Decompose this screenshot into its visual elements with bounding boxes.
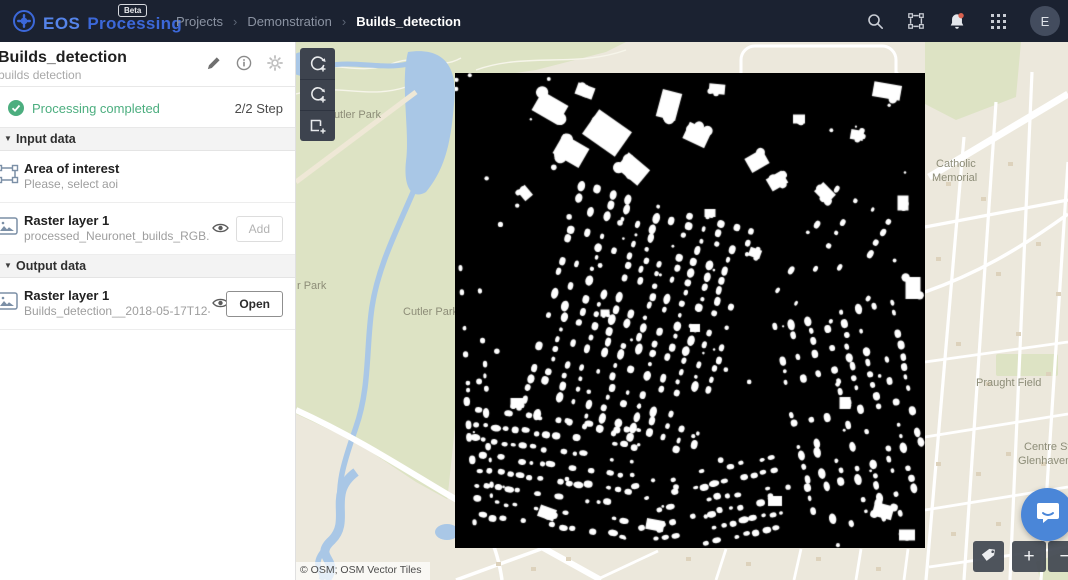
aoi-icon [0,164,19,189]
collapse-triangle-icon: ▼ [4,134,12,143]
workflow-title: Builds_detection [0,49,127,67]
breadcrumb-demonstration[interactable]: Demonstration [247,14,332,29]
input-data-section-header[interactable]: ▼ Input data [0,128,295,151]
map-label-centre-st: Centre St & [1024,441,1068,453]
workflow-subtitle: builds detection [0,68,81,82]
aoi-row[interactable]: Area of interest Please, select aoi [0,151,295,203]
add-button[interactable]: Add [236,216,283,242]
workflow-sidebar: Builds_detection builds detection [0,42,296,580]
input-raster-row[interactable]: Raster layer 1 processed_Neuronet_builds… [0,203,295,255]
aoi-title: Area of interest [24,160,287,177]
info-icon[interactable] [236,55,252,71]
settings-gear-icon[interactable] [267,55,283,71]
output-raster-row[interactable]: Raster layer 1 Builds_detection__2018-05… [0,278,295,330]
map-label-praught-field: Praught Field [976,377,1041,389]
input-raster-filename: processed_Neuronet_builds_RGB.tiff [24,229,210,244]
detection-overlay-canvas [455,73,925,548]
output-raster-filename: Builds_detection__2018-05-17T12-14_... [24,304,210,319]
area-select-icon[interactable] [907,12,925,30]
top-navbar: EOS Processing Beta Projects › Demonstra… [0,0,1068,42]
beta-badge: Beta [118,4,147,17]
breadcrumb-projects[interactable]: Projects [176,14,223,29]
eos-gear-logo-icon [12,9,36,38]
chevron-right-icon: › [342,14,346,29]
raster-layer-icon [0,216,19,241]
draw-polygon-button[interactable] [300,48,335,79]
map-label-cutler-park-left: r Park [297,280,327,292]
collapse-triangle-icon: ▼ [4,261,12,270]
visibility-eye-icon[interactable] [212,221,229,239]
map-label-glenhaven: Glenhaven R [1018,455,1068,467]
zoom-in-button[interactable]: + [1012,541,1046,572]
chat-icon [1035,499,1061,530]
zoom-out-button[interactable]: − [1048,541,1068,572]
aoi-draw-toolbar [300,48,335,141]
step-counter: 2/2 Step [235,101,283,116]
breadcrumb-builds-detection: Builds_detection [356,14,461,29]
map-label-cutler-park-mid: Cutler Park [403,306,459,318]
map-label-catholic: Catholic [936,158,976,170]
apps-grid-icon[interactable] [989,12,1007,30]
user-avatar[interactable]: E [1030,6,1060,36]
map-viewport[interactable]: Cutler Park r Park Cutler Park Catholic … [296,42,1068,580]
processing-status-row: Processing completed 2/2 Step [0,86,295,128]
logo-text-eos: EOS [43,14,80,34]
workflow-header: Builds_detection builds detection [0,42,295,86]
labels-toggle-button[interactable] [973,541,1004,572]
topbar-actions: E [866,0,1060,42]
open-button[interactable]: Open [226,291,283,317]
map-attribution: © OSM; OSM Vector Tiles [296,562,430,580]
output-data-label: Output data [16,259,86,273]
map-label-memorial: Memorial [932,172,977,184]
support-chat-button[interactable] [1021,488,1068,541]
output-data-section-header[interactable]: ▼ Output data [0,255,295,278]
edit-pencil-icon[interactable] [205,55,221,71]
chevron-right-icon: › [233,14,237,29]
search-icon[interactable] [866,12,884,30]
aoi-subtitle: Please, select aoi [24,177,210,192]
breadcrumb: Projects › Demonstration › Builds_detect… [176,0,461,42]
notifications-bell-icon[interactable] [948,12,966,30]
status-text: Processing completed [32,101,160,116]
draw-circle-button[interactable] [300,79,335,110]
app-logo[interactable]: EOS Processing [12,9,182,38]
check-circle-icon [8,100,24,121]
draw-rectangle-button[interactable] [300,110,335,141]
tag-icon [980,546,997,568]
raster-layer-icon [0,291,19,316]
input-data-label: Input data [16,132,76,146]
